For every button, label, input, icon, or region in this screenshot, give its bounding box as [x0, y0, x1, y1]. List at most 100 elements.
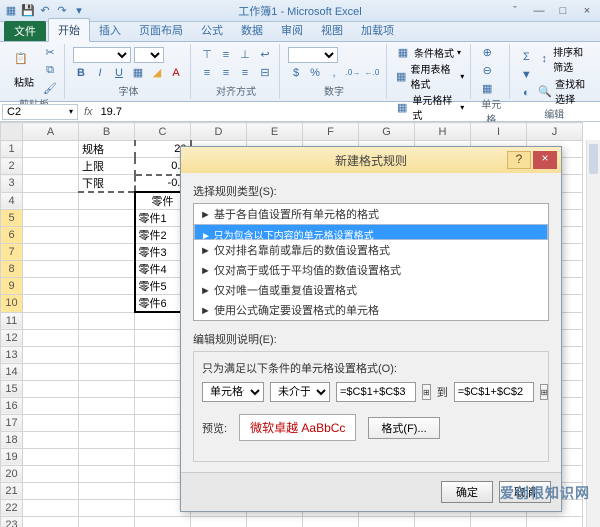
size-select[interactable]: [134, 47, 164, 63]
bold-button[interactable]: B: [73, 65, 89, 81]
fill-color-icon[interactable]: ◢: [149, 65, 165, 81]
cell[interactable]: [79, 363, 135, 380]
row-header[interactable]: 16: [1, 397, 23, 414]
row-header[interactable]: 22: [1, 499, 23, 516]
cell[interactable]: [79, 244, 135, 261]
cell[interactable]: [23, 465, 79, 482]
ref2-input[interactable]: [454, 382, 534, 402]
font-select[interactable]: [73, 47, 131, 63]
qat-dropdown-icon[interactable]: ▾: [72, 4, 86, 18]
cell[interactable]: [23, 414, 79, 431]
percent-icon[interactable]: %: [307, 65, 323, 81]
table-format-button[interactable]: ▦套用表格格式▾: [395, 61, 464, 91]
cell[interactable]: [23, 346, 79, 363]
row-header[interactable]: 18: [1, 431, 23, 448]
tab-addins[interactable]: 加载项: [352, 19, 403, 41]
find-button[interactable]: 🔍查找和选择: [538, 76, 590, 106]
cell[interactable]: [23, 363, 79, 380]
cell[interactable]: [79, 516, 135, 527]
cell[interactable]: [79, 312, 135, 329]
cell[interactable]: [191, 516, 247, 527]
cell[interactable]: [23, 141, 79, 158]
cell[interactable]: [79, 431, 135, 448]
cell[interactable]: [79, 227, 135, 244]
row-header[interactable]: 4: [1, 192, 23, 210]
align-top-icon[interactable]: ⊤: [199, 47, 215, 63]
border-icon[interactable]: ▦: [130, 65, 146, 81]
row-header[interactable]: 7: [1, 244, 23, 261]
row-header[interactable]: 11: [1, 312, 23, 329]
cell[interactable]: 下限: [79, 175, 135, 193]
cell[interactable]: [471, 516, 527, 527]
cell[interactable]: [23, 261, 79, 278]
row-header[interactable]: 15: [1, 380, 23, 397]
number-format-select[interactable]: [288, 47, 338, 63]
tab-file[interactable]: 文件: [4, 21, 46, 41]
italic-button[interactable]: I: [92, 65, 108, 81]
cell[interactable]: [23, 227, 79, 244]
cell[interactable]: [23, 329, 79, 346]
align-left-icon[interactable]: ≡: [199, 65, 215, 81]
cell[interactable]: [23, 499, 79, 516]
insert-cell-icon[interactable]: ⊕: [479, 44, 495, 60]
cell[interactable]: [79, 346, 135, 363]
close-button[interactable]: ×: [578, 4, 596, 18]
cell[interactable]: [79, 499, 135, 516]
rule-type-item[interactable]: ► 仅对排名靠前或靠后的数值设置格式: [194, 240, 548, 260]
minimize-button[interactable]: —: [530, 4, 548, 18]
rule-type-item[interactable]: ► 使用公式确定要设置格式的单元格: [194, 300, 548, 320]
fx-button[interactable]: fx: [80, 106, 97, 118]
row-header[interactable]: 8: [1, 261, 23, 278]
row-header[interactable]: 10: [1, 295, 23, 313]
cell[interactable]: [23, 278, 79, 295]
cell[interactable]: [303, 516, 359, 527]
row-header[interactable]: 1: [1, 141, 23, 158]
currency-icon[interactable]: $: [288, 65, 304, 81]
redo-icon[interactable]: ↷: [55, 4, 69, 18]
tab-insert[interactable]: 插入: [90, 19, 130, 41]
cell[interactable]: [359, 516, 415, 527]
row-header[interactable]: 9: [1, 278, 23, 295]
row-header[interactable]: 12: [1, 329, 23, 346]
cell[interactable]: [79, 261, 135, 278]
format-button[interactable]: 格式(F)...: [368, 417, 439, 439]
col-header[interactable]: D: [191, 123, 247, 141]
rule-type-item[interactable]: ► 仅对高于或低于平均值的数值设置格式: [194, 260, 548, 280]
cell[interactable]: [79, 210, 135, 227]
cell[interactable]: [23, 192, 79, 210]
tab-view[interactable]: 视图: [312, 19, 352, 41]
fill-icon[interactable]: ▼: [518, 67, 534, 83]
cell[interactable]: [79, 329, 135, 346]
row-header[interactable]: 19: [1, 448, 23, 465]
tab-data[interactable]: 数据: [232, 19, 272, 41]
cell[interactable]: [527, 516, 583, 527]
tab-formula[interactable]: 公式: [192, 19, 232, 41]
rule-type-listbox[interactable]: ► 基于各自值设置所有单元格的格式► 只为包含以下内容的单元格设置格式► 仅对排…: [193, 203, 549, 321]
row-header[interactable]: 13: [1, 346, 23, 363]
row-header[interactable]: 17: [1, 414, 23, 431]
cell[interactable]: [79, 448, 135, 465]
comma-icon[interactable]: ,: [326, 65, 342, 81]
save-icon[interactable]: 💾: [21, 4, 35, 18]
row-header[interactable]: 6: [1, 227, 23, 244]
dialog-titlebar[interactable]: 新建格式规则 ? ×: [181, 147, 561, 173]
col-header[interactable]: A: [23, 123, 79, 141]
rule-type-item[interactable]: ► 仅对唯一值或重复值设置格式: [194, 280, 548, 300]
wrap-icon[interactable]: ↩: [257, 47, 273, 63]
font-color-icon[interactable]: A: [168, 65, 184, 81]
dec-decimal-icon[interactable]: ←.0: [364, 65, 380, 81]
tab-home[interactable]: 开始: [48, 18, 90, 42]
cell[interactable]: [415, 516, 471, 527]
formula-input[interactable]: 19.7: [97, 105, 600, 119]
col-header[interactable]: C: [135, 123, 191, 141]
scroll-thumb[interactable]: [589, 144, 598, 174]
align-right-icon[interactable]: ≡: [237, 65, 253, 81]
row-header[interactable]: 23: [1, 516, 23, 527]
underline-button[interactable]: U: [111, 65, 127, 81]
cell[interactable]: [23, 516, 79, 527]
cell[interactable]: 上限: [79, 158, 135, 175]
tab-review[interactable]: 审阅: [272, 19, 312, 41]
ribbon-minimize-icon[interactable]: ˇ: [506, 4, 524, 18]
align-center-icon[interactable]: ≡: [218, 65, 234, 81]
cell[interactable]: [79, 414, 135, 431]
